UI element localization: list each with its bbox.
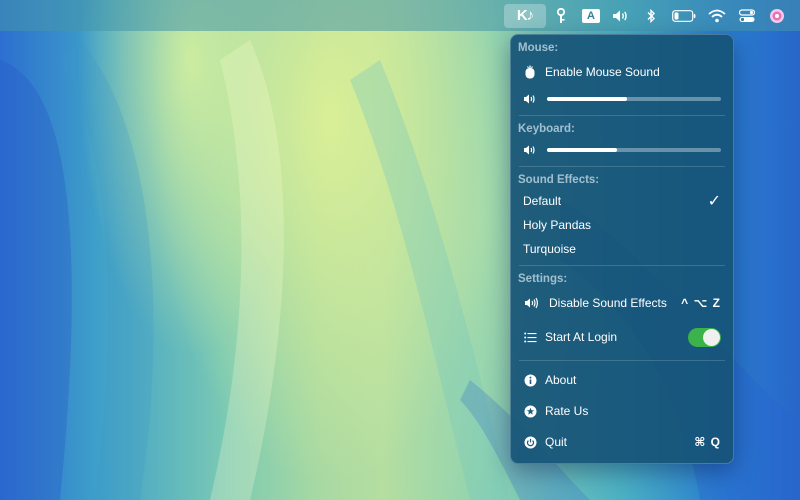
quit-item[interactable]: Quit ⌘ Q bbox=[511, 427, 733, 457]
about-label: About bbox=[545, 373, 577, 387]
separator bbox=[519, 265, 725, 266]
enable-mouse-sound-label: Enable Mouse Sound bbox=[545, 65, 660, 79]
menu-bar: K♪ A bbox=[0, 0, 800, 31]
mouse-volume-icon bbox=[523, 92, 537, 106]
disable-sound-effects-shortcut: ^ ⌥ Z bbox=[681, 296, 721, 310]
volume-status-icon[interactable] bbox=[606, 4, 636, 28]
wifi-icon[interactable] bbox=[702, 4, 732, 28]
sound-effect-option-turquoise[interactable]: Turquoise bbox=[511, 237, 733, 261]
enable-mouse-sound-item[interactable]: Enable Mouse Sound bbox=[511, 57, 733, 87]
mouse-volume-slider[interactable] bbox=[511, 87, 733, 111]
quit-shortcut: ⌘ Q bbox=[694, 435, 721, 449]
separator bbox=[519, 360, 725, 361]
rate-us-item[interactable]: Rate Us bbox=[511, 395, 733, 427]
sound-effects-section-heading: Sound Effects: bbox=[518, 174, 600, 186]
keyboard-volume-slider[interactable] bbox=[511, 138, 733, 162]
mouse-volume-track[interactable] bbox=[547, 97, 721, 101]
disable-sound-effects-label: Disable Sound Effects bbox=[549, 296, 667, 310]
input-source-icon: A bbox=[582, 8, 600, 23]
klack-menubar-button[interactable]: K♪ bbox=[504, 3, 546, 28]
about-item[interactable]: About bbox=[511, 365, 733, 395]
power-icon bbox=[523, 435, 537, 449]
bluetooth-icon[interactable] bbox=[636, 4, 666, 28]
sound-effect-option-default[interactable]: Default ✓ bbox=[511, 189, 733, 213]
klack-dropdown-menu: Mouse: Enable Mouse Sound Keyboard: Soun… bbox=[510, 34, 734, 464]
keyboard-section-heading: Keyboard: bbox=[518, 123, 575, 135]
checkmark-icon: ✓ bbox=[707, 193, 721, 210]
separator bbox=[519, 115, 725, 116]
battery-icon[interactable] bbox=[666, 4, 702, 28]
settings-section-heading: Settings: bbox=[518, 273, 568, 285]
list-icon bbox=[523, 330, 537, 344]
sound-effect-option-label: Holy Pandas bbox=[523, 218, 592, 232]
quit-label: Quit bbox=[545, 435, 568, 449]
sound-effect-option-label: Default bbox=[523, 194, 562, 208]
mouse-section-heading: Mouse: bbox=[518, 42, 559, 54]
info-icon bbox=[523, 373, 537, 387]
key-status-icon[interactable] bbox=[546, 4, 576, 28]
star-icon bbox=[523, 404, 537, 418]
keyboard-volume-icon bbox=[523, 143, 537, 157]
keyboard-volume-track[interactable] bbox=[547, 148, 721, 152]
mouse-volume-fill bbox=[547, 97, 628, 101]
start-at-login-label: Start At Login bbox=[545, 330, 618, 344]
toggle-knob bbox=[703, 328, 720, 346]
rate-us-label: Rate Us bbox=[545, 404, 589, 418]
siri-icon[interactable] bbox=[762, 4, 792, 28]
disable-sound-effects-item[interactable]: Disable Sound Effects ^ ⌥ Z bbox=[511, 288, 733, 318]
sound-effect-option-label: Turquoise bbox=[523, 242, 576, 256]
keyboard-volume-fill bbox=[547, 148, 617, 152]
mouse-icon bbox=[523, 65, 537, 79]
klack-app-icon: K♪ bbox=[516, 7, 534, 24]
start-at-login-toggle[interactable] bbox=[688, 327, 721, 347]
start-at-login-item[interactable]: Start At Login bbox=[511, 318, 733, 356]
speaker-icon bbox=[523, 296, 541, 310]
sound-effect-option-holy-pandas[interactable]: Holy Pandas bbox=[511, 213, 733, 237]
control-center-icon[interactable] bbox=[732, 4, 762, 28]
input-source-menu[interactable]: A bbox=[576, 4, 606, 28]
separator bbox=[519, 166, 725, 167]
